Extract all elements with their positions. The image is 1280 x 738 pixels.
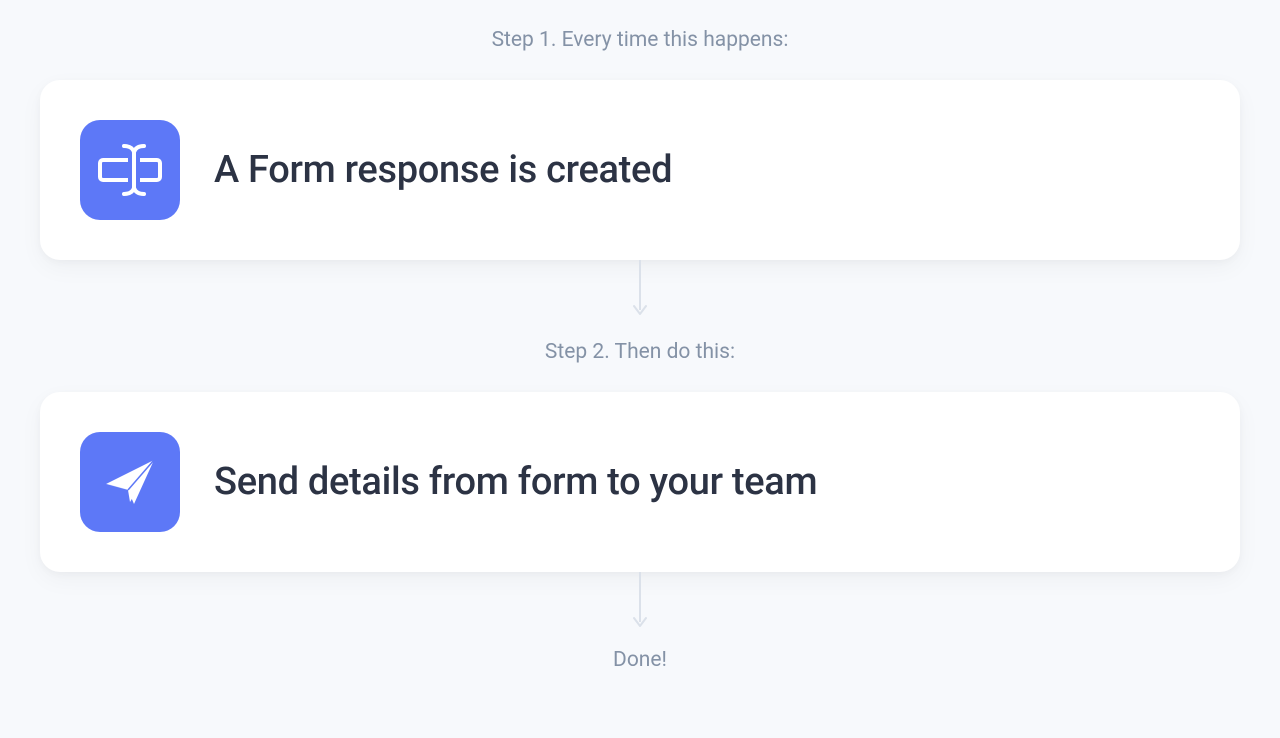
send-icon: [80, 432, 180, 532]
step2-title: Send details from form to your team: [214, 460, 817, 504]
done-label: Done!: [613, 648, 667, 672]
workflow-container: Step 1. Every time this happens: A Form …: [0, 0, 1280, 672]
form-icon: [80, 120, 180, 220]
step2-label: Step 2. Then do this:: [545, 340, 735, 364]
connector-arrow-1: [630, 260, 650, 320]
step1-label: Step 1. Every time this happens:: [492, 28, 789, 52]
step1-card[interactable]: A Form response is created: [40, 80, 1240, 260]
step1-title: A Form response is created: [214, 148, 672, 192]
connector-arrow-2: [630, 572, 650, 632]
step2-card[interactable]: Send details from form to your team: [40, 392, 1240, 572]
